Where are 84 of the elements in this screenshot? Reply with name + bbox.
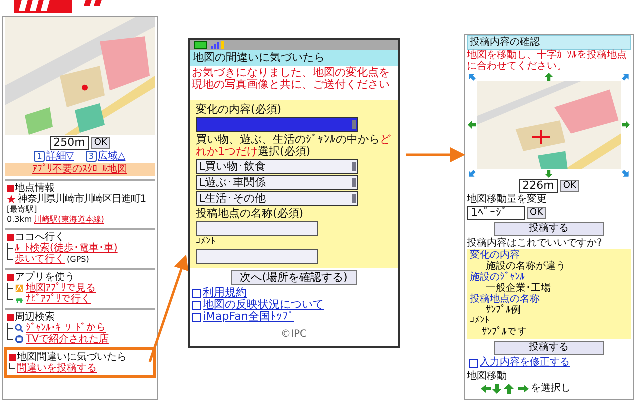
star-icon <box>7 195 16 204</box>
summary-label: 投稿地点の名称 <box>470 294 541 305</box>
summary-value: ｻﾝﾌﾟﾙです <box>481 327 528 338</box>
summary-label: 変化の内容 <box>470 250 521 261</box>
search-icon <box>15 324 24 333</box>
battery-icon <box>194 41 208 49</box>
menu-link[interactable]: 歩いて行く <box>15 254 65 265</box>
number-key-icon: 1 <box>34 151 46 162</box>
instruction-text: 買い物、遊ぶ、生活のｼﾞｬﾝﾙの中から どれか1つだけ選択(必須) <box>196 134 392 158</box>
section-title: 地点情報 <box>15 183 55 194</box>
arrow-icon[interactable] <box>545 72 553 80</box>
ok-button[interactable]: OK <box>527 207 546 219</box>
gps-note: (GPS) <box>67 254 90 264</box>
screen-title: 投稿内容の確認 <box>467 35 631 50</box>
menu-link[interactable]: 間違いを投稿する <box>17 363 97 374</box>
ok-button[interactable]: OK <box>91 137 110 149</box>
instruction-text: を選択し <box>531 383 571 394</box>
menu-link[interactable]: ﾙｰﾄ検索(徒歩･電車･車) <box>15 243 118 254</box>
scale-field[interactable]: 250m <box>50 136 90 150</box>
square-icon <box>192 300 201 310</box>
summary-label: 施設のｼﾞｬﾝﾙ <box>470 272 525 283</box>
dropdown[interactable]: 1ﾍﾟｰｼﾞ <box>467 206 525 220</box>
note-text: [最寄駅] <box>7 205 38 215</box>
field-label: 投稿地点の名称(必須) <box>196 208 305 220</box>
menu-link[interactable]: ｼﾞｬﾝﾙ･ｷｰﾜｰﾄﾞから <box>26 323 106 334</box>
section-title: 周辺検索 <box>15 312 55 323</box>
input-field[interactable] <box>196 249 318 264</box>
submit-button[interactable]: 投稿する <box>494 341 604 355</box>
scale-field[interactable]: 226m <box>518 179 558 193</box>
input-field[interactable] <box>196 221 318 236</box>
field-label: ｺﾒﾝﾄ <box>196 237 217 248</box>
connector-arrow <box>406 148 466 162</box>
summary-value: 施設の名称が違う <box>486 261 567 272</box>
footer-link[interactable]: 利用規約 <box>203 287 247 299</box>
notice-text: 地図を移動し、十字ｶｰｿﾙを投稿地点に合わせてください。 <box>467 50 628 72</box>
distance-text: 0.3km <box>7 215 32 225</box>
zoom-link[interactable]: 詳細▽ <box>46 151 74 162</box>
dropdown[interactable]: L買い物･飲食 <box>196 159 358 174</box>
address-text: 神奈川県川崎市川崎区日進町1 <box>18 194 146 205</box>
section-label: 地図移動 <box>467 371 508 382</box>
arrow-icon[interactable] <box>545 170 553 178</box>
menu-link[interactable]: ﾅﾋﾞｱﾌﾟﾘで行く <box>26 294 91 305</box>
signal-icon <box>210 41 224 49</box>
notice-text: お気づきになりました、地図の変化点を現地の写真画像と共に、ご送付ください <box>191 66 391 92</box>
square-icon <box>192 288 201 298</box>
bullet-icon <box>9 354 16 361</box>
field-label: 変化の内容(必須) <box>196 104 283 116</box>
bullet-icon <box>7 274 14 281</box>
number-key-icon: 3 <box>86 151 97 162</box>
bullet-icon <box>7 314 14 321</box>
question-text: 投稿内容はこれでいいですか? <box>467 238 604 249</box>
copyright-text: ©IPC <box>280 329 308 341</box>
tv-icon <box>15 335 24 344</box>
next-button[interactable]: 次へ(場所を確認する) <box>231 270 357 285</box>
footer-link[interactable]: 地図の反映状況について <box>203 299 324 311</box>
menu-link[interactable]: 地図ｱﾌﾟﾘで見る <box>26 283 96 294</box>
field-label: 地図移動量を変更 <box>467 194 548 205</box>
ok-button[interactable]: OK <box>560 180 580 192</box>
arrow-icon[interactable] <box>466 168 478 180</box>
submit-button[interactable]: 投稿する <box>494 222 604 236</box>
screen-title: 地図の間違いに気づいたら <box>190 50 398 66</box>
section-title: ココへ行く <box>15 232 65 243</box>
arrow-icon[interactable] <box>468 121 476 129</box>
dropdown[interactable]: L遊ぶ･車関係 <box>196 175 358 190</box>
arrow-icon[interactable] <box>622 121 630 129</box>
section-title: 地図間違いに気づいたら <box>17 352 127 363</box>
square-icon <box>469 358 478 368</box>
arrow-icon[interactable] <box>620 168 632 180</box>
map-icon <box>15 284 24 293</box>
zoom-link[interactable]: 広域△ <box>98 151 126 162</box>
edit-link[interactable]: 入力内容を修正する <box>480 357 570 369</box>
dropdown[interactable]: L生活･その他 <box>196 191 358 206</box>
bullet-icon <box>7 185 14 192</box>
arrow-keys-icon <box>481 384 529 394</box>
summary-value: 一般企業･工場 <box>486 283 552 294</box>
section-title: アプリを使う <box>15 272 75 283</box>
summary-value: ｻﾝﾌﾟﾙ例 <box>485 305 522 316</box>
menu-link[interactable]: TVで紹介された店 <box>26 334 109 345</box>
bullet-icon <box>7 234 14 241</box>
square-icon <box>192 312 201 322</box>
station-link[interactable]: 川崎駅(東海道本線) <box>34 215 104 225</box>
footer-link[interactable]: iMapFan全国ﾄｯﾌﾟ <box>203 311 294 323</box>
scroll-map-button[interactable]: ｱﾌﾟﾘ不要のｽｸﾛｰﾙ地図 <box>5 163 155 176</box>
summary-label: ｺﾒﾝﾄ <box>470 316 491 327</box>
